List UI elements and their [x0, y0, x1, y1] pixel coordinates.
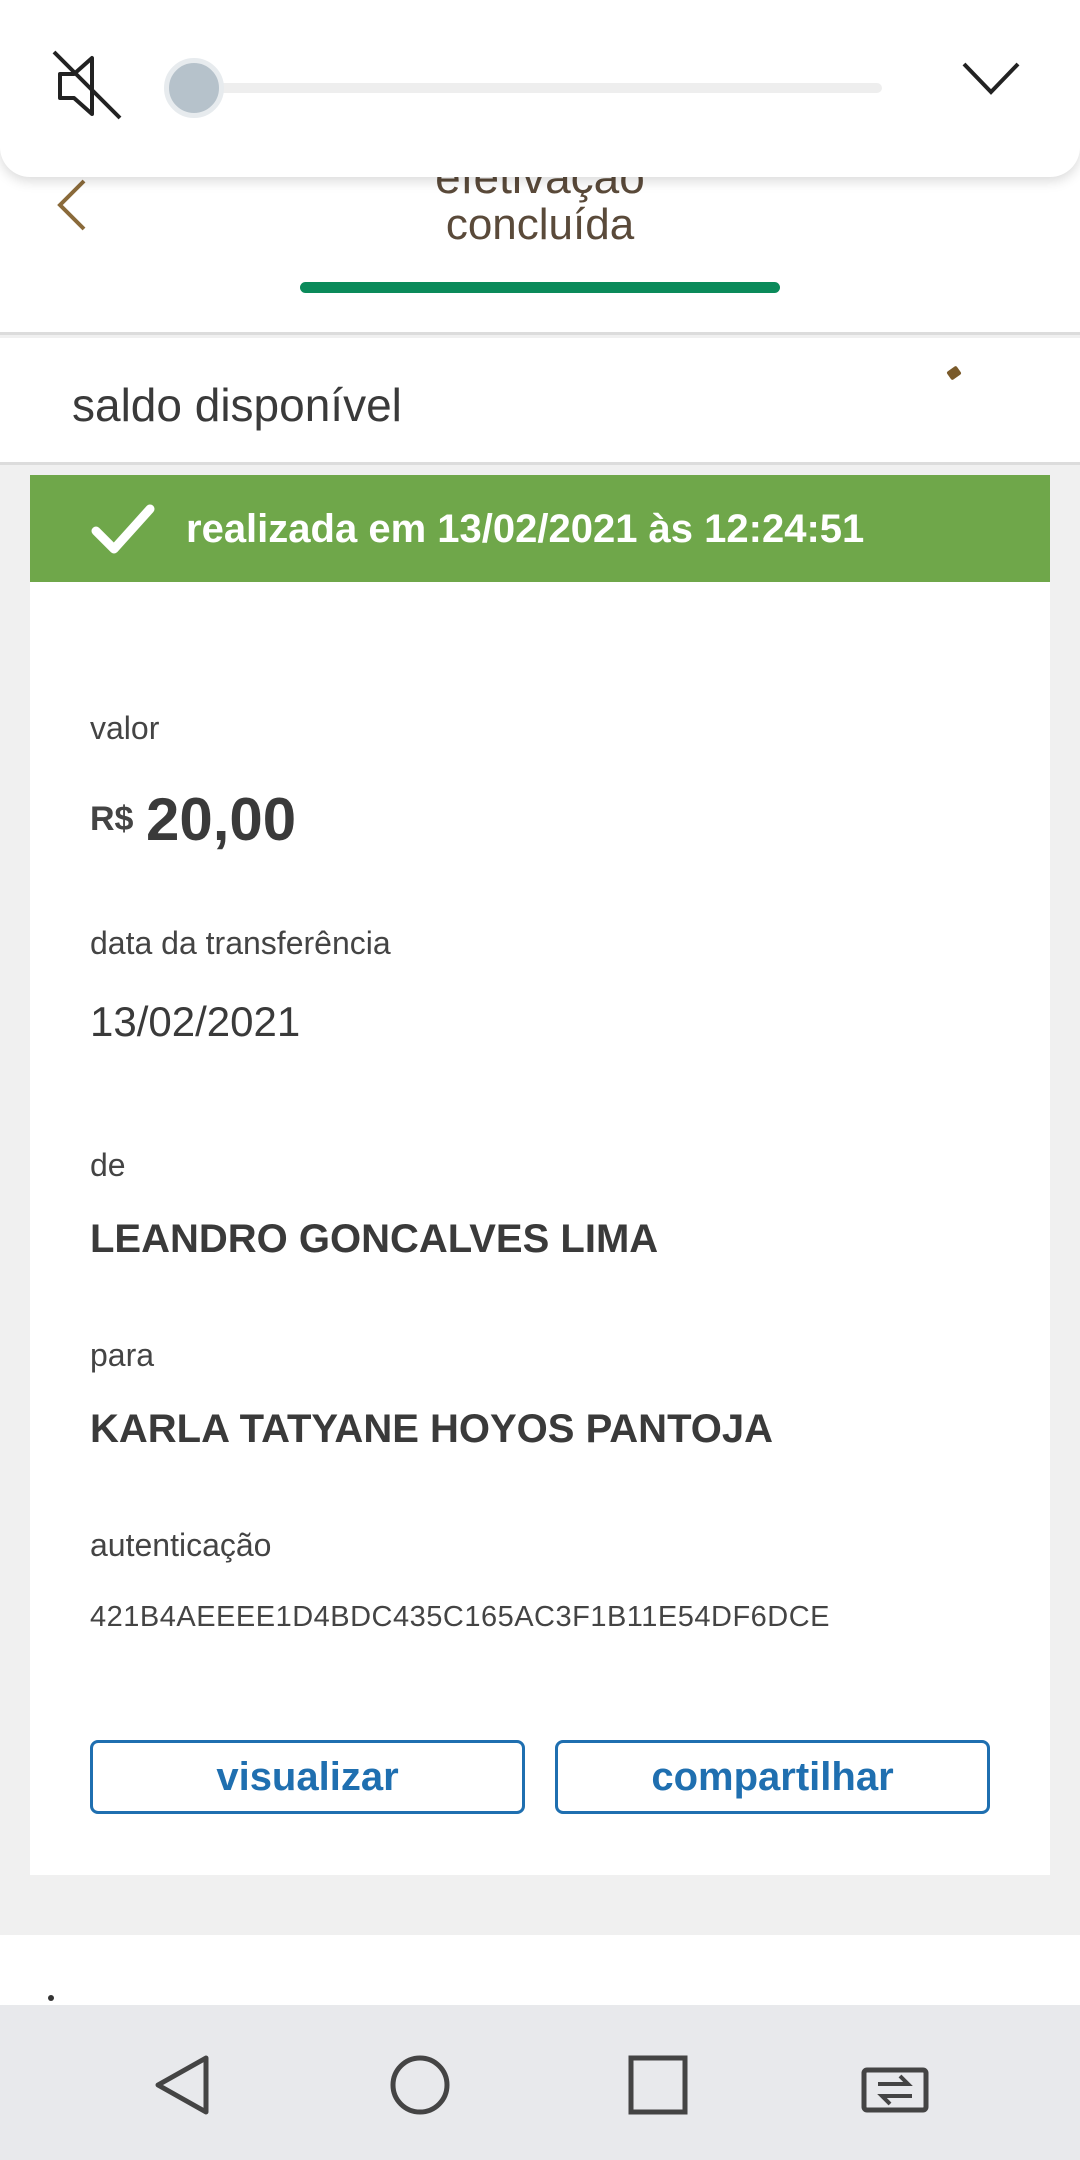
volume-slider-thumb[interactable]	[164, 58, 224, 118]
page-subtitle: concluída	[445, 200, 635, 249]
share-button[interactable]: compartilhar	[555, 1740, 990, 1814]
balance-label: saldo disponível	[72, 379, 402, 431]
balance-row[interactable]: saldo disponível	[0, 338, 1080, 465]
progress-indicator	[300, 282, 780, 293]
nav-home-icon[interactable]	[385, 2050, 455, 2120]
status-text: realizada em 13/02/2021 às 12:24:51	[186, 507, 865, 551]
auth-label: autenticação	[90, 1527, 272, 1563]
date-value: 13/02/2021	[90, 998, 301, 1045]
nav-recents-icon[interactable]	[623, 2050, 693, 2120]
next-section	[0, 1935, 1080, 2005]
view-button[interactable]: visualizar	[90, 1740, 525, 1814]
receipt-card: realizada em 13/02/2021 às 12:24:51 valo…	[30, 475, 1050, 1875]
amount-value: 20,00	[146, 786, 297, 853]
nav-back-icon[interactable]	[148, 2050, 218, 2120]
to-label: para	[90, 1337, 155, 1373]
from-value: LEANDRO GONCALVES LIMA	[90, 1217, 659, 1261]
value-label: valor	[90, 710, 160, 746]
divider-dot	[48, 1995, 54, 2001]
volume-mute-icon[interactable]	[50, 48, 126, 124]
nav-switch-apps-icon[interactable]	[860, 2050, 930, 2120]
system-nav-bar	[0, 2005, 1080, 2160]
date-label: data da transferência	[90, 925, 391, 961]
to-value: KARLA TATYANE HOYOS PANTOJA	[90, 1407, 774, 1451]
chevron-down-icon[interactable]	[960, 58, 1022, 100]
volume-panel	[0, 0, 1080, 177]
balance-toggle-icon[interactable]	[946, 365, 962, 381]
from-label: de	[90, 1147, 126, 1183]
status-banner: realizada em 13/02/2021 às 12:24:51	[30, 475, 1050, 582]
check-icon	[91, 504, 155, 554]
currency-symbol: R$	[90, 800, 134, 838]
volume-slider-track[interactable]	[192, 83, 882, 93]
auth-code: 421B4AEEEE1D4BDC435C165AC3F1B11E54DF6DCE	[90, 1601, 831, 1633]
